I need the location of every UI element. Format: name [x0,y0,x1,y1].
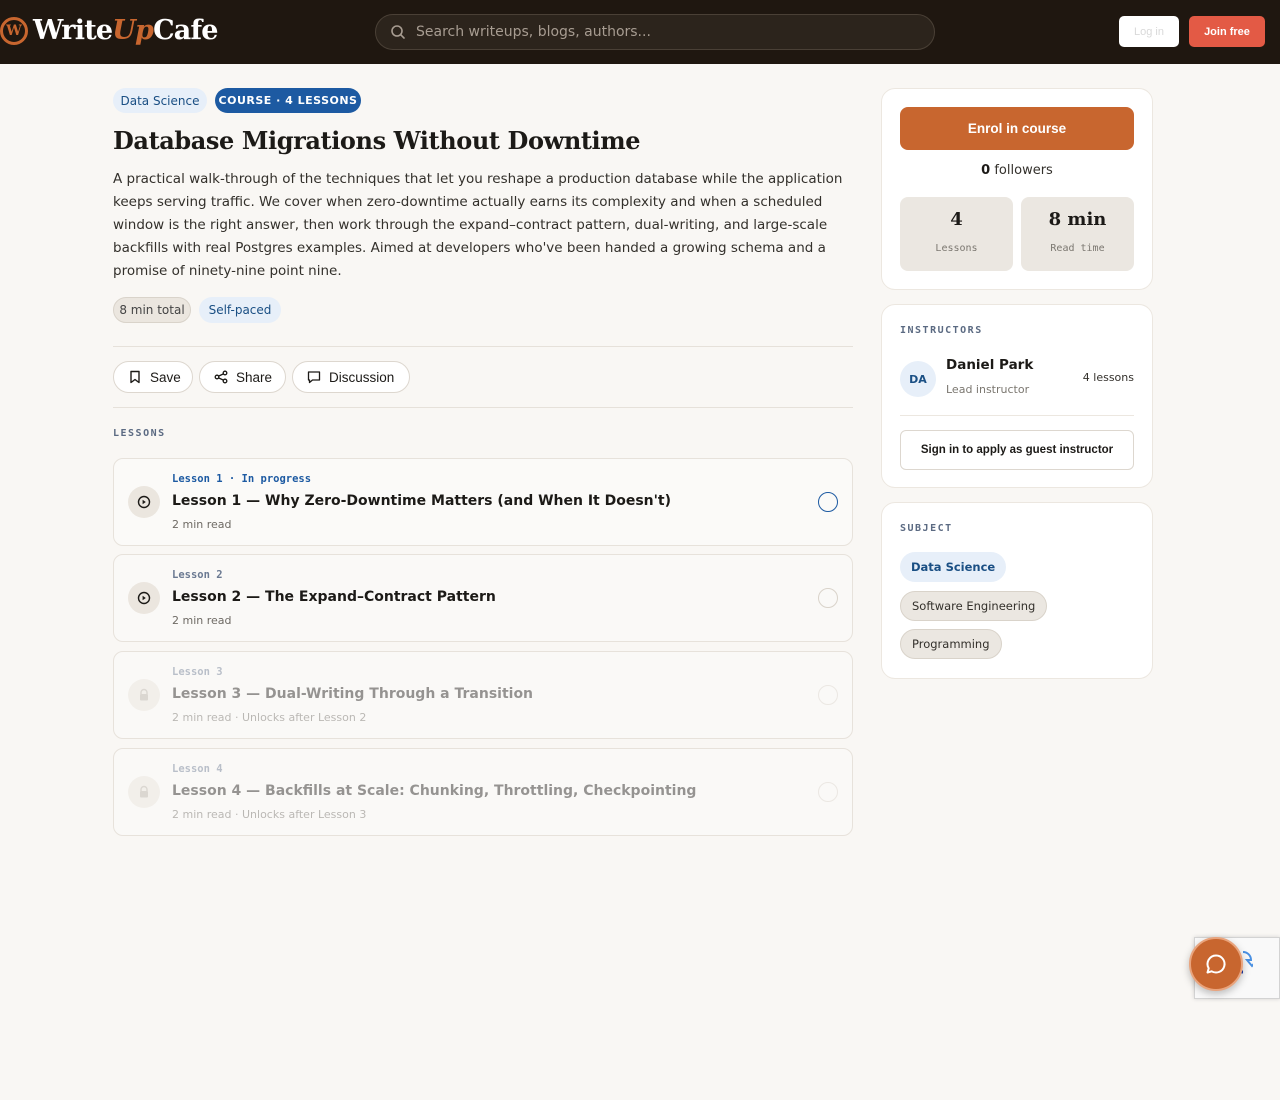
play-icon [128,582,160,614]
discussion-button[interactable]: Discussion [292,361,410,393]
stat-read-time: 8 min Read time [1021,197,1134,271]
lesson-read-time: 2 min read · Unlocks after Lesson 2 [172,711,367,724]
save-button[interactable]: Save [113,361,193,393]
lesson-meta: Lesson 4 [172,763,223,775]
logo-up: Up [112,15,154,46]
course-description: A practical walk-through of the techniqu… [113,171,843,279]
progress-circle-icon [818,685,838,705]
lesson-title[interactable]: Lesson 1 — Why Zero-Downtime Matters (an… [172,493,671,509]
subject-heading: SUBJECT [900,523,953,534]
lock-icon [128,776,160,808]
subject-pill[interactable]: Programming [900,629,1002,659]
followers-label: followers [994,163,1053,178]
share-label: Share [236,369,273,385]
stat-label: Lessons [935,243,978,254]
subject-pill[interactable]: Data Science [900,552,1007,582]
logo-cafe: Cafe [153,15,218,46]
share-icon [214,370,228,384]
logo-wordmark: WriteUpCafe [33,14,218,48]
category-tag[interactable]: Data Science [113,88,207,113]
instructors-card: INSTRUCTORS DA Daniel Park Lead instruct… [881,304,1153,488]
progress-circle-icon [818,588,838,608]
lesson-item: Lesson 3 Lesson 3 — Dual-Writing Through… [113,651,853,739]
lesson-meta: Lesson 3 [172,666,223,678]
stat-label: Read time [1050,243,1105,254]
section-divider [113,407,853,408]
stat-value: 8 min [1048,209,1107,230]
lesson-meta: Lesson 2 [172,569,223,581]
lesson-read-time: 2 min read · Unlocks after Lesson 3 [172,808,367,821]
join-free-button[interactable]: Join free [1189,16,1265,47]
lessons-heading: LESSONS [113,428,166,439]
lesson-read-time: 2 min read [172,614,232,627]
lesson-title: Lesson 4 — Backfills at Scale: Chunking,… [172,783,697,799]
top-navigation-bar: W WriteUpCafe Log in Join free [0,0,1280,64]
share-button[interactable]: Share [199,361,286,393]
lesson-read-time: 2 min read [172,518,232,531]
subject-card: SUBJECT Data Science Software Engineerin… [881,502,1153,679]
followers-count: 0 followers [882,163,1152,178]
instructor-name[interactable]: Daniel Park [946,357,1033,373]
avatar[interactable]: DA [900,361,936,397]
lesson-title[interactable]: Lesson 2 — The Expand–Contract Pattern [172,589,496,605]
section-divider [113,346,853,347]
discussion-label: Discussion [329,369,395,385]
followers-number: 0 [981,163,991,178]
stat-lessons: 4 Lessons [900,197,1013,271]
comment-icon [307,371,321,384]
stat-value: 4 [950,209,963,230]
lesson-item: Lesson 4 Lesson 4 — Backfills at Scale: … [113,748,853,836]
duration-tag: 8 min total [113,297,191,323]
play-icon [128,486,160,518]
course-type-badge: COURSE · 4 LESSONS [215,88,361,113]
search-input[interactable] [416,24,934,40]
enrol-button[interactable]: Enrol in course [900,107,1134,150]
card-divider [900,415,1134,416]
progress-circle-icon [818,782,838,802]
bookmark-icon [130,370,140,384]
chat-button[interactable] [1189,937,1243,991]
lock-icon [128,679,160,711]
search-icon [391,25,405,39]
course-title: Database Migrations Without Downtime [113,126,641,155]
lesson-meta: Lesson 1 · In progress [172,473,312,485]
login-button[interactable]: Log in [1119,16,1179,47]
site-logo[interactable]: W WriteUpCafe [0,14,218,48]
lesson-item[interactable]: Lesson 1 · In progress Lesson 1 — Why Ze… [113,458,853,546]
lesson-item[interactable]: Lesson 2 Lesson 2 — The Expand–Contract … [113,554,853,642]
subject-pill[interactable]: Software Engineering [900,591,1048,621]
chat-icon [1206,954,1226,974]
logo-mark-icon: W [0,17,28,45]
pace-tag: Self-paced [199,297,281,323]
instructor-role: Lead instructor [946,383,1030,396]
instructors-heading: INSTRUCTORS [900,325,983,336]
enrol-card: Enrol in course 0 followers 4 Lessons 8 … [881,88,1153,290]
guest-instructor-button[interactable]: Sign in to apply as guest instructor [900,430,1134,470]
logo-write: Write [33,15,113,46]
lesson-title: Lesson 3 — Dual-Writing Through a Transi… [172,686,534,702]
save-label: Save [150,369,181,385]
instructor-lesson-count: 4 lessons [1082,371,1134,384]
progress-circle-icon [818,492,838,512]
search-bar[interactable] [375,14,935,50]
